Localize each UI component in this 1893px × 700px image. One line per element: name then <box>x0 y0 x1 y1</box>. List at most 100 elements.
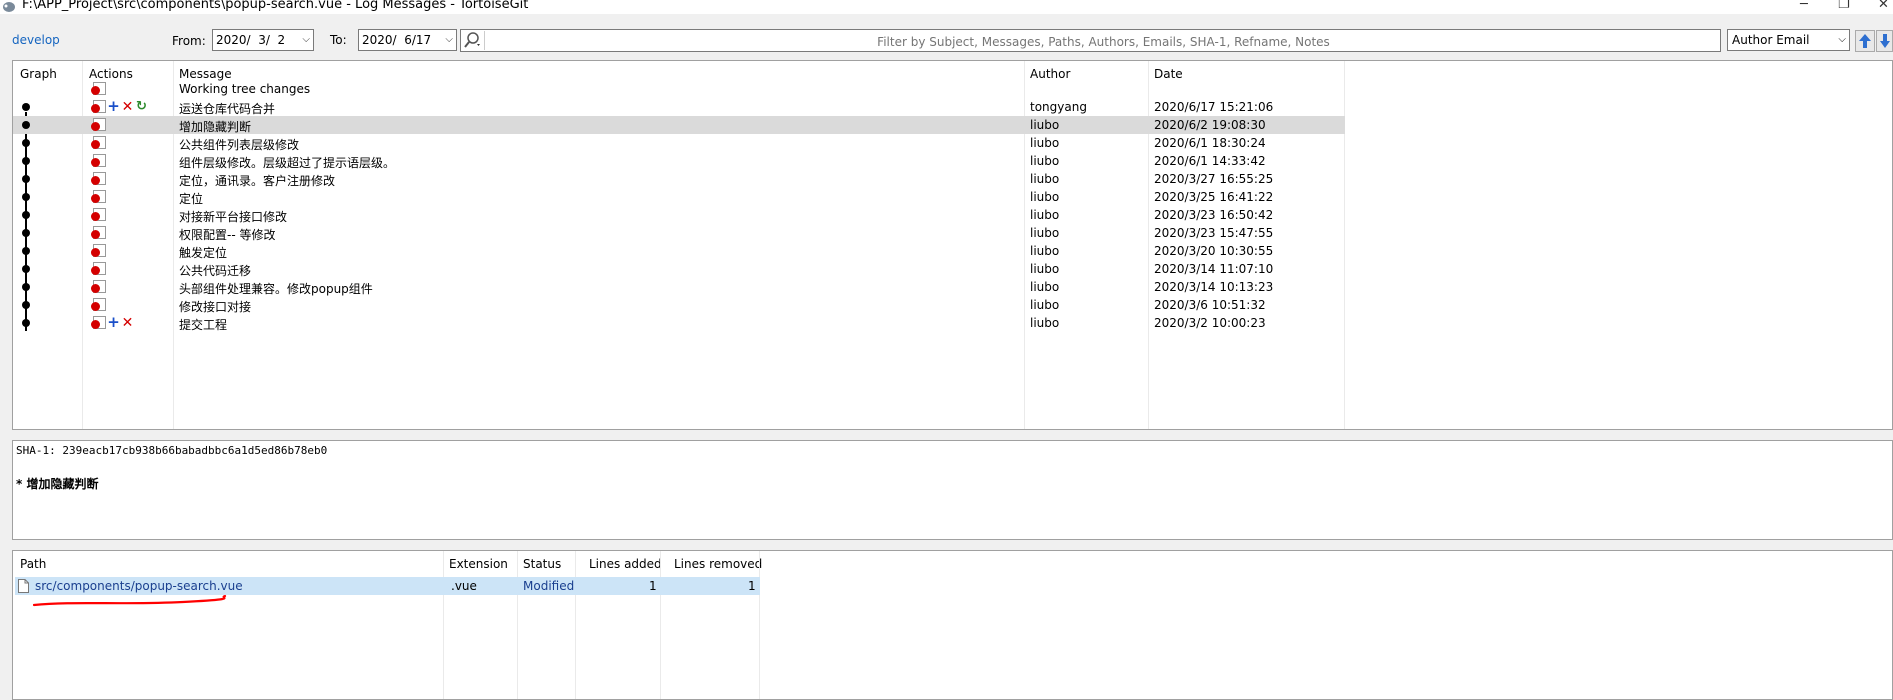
log-message: 运送仓库代码合并 <box>179 102 276 116</box>
log-message: Working tree changes <box>179 82 311 96</box>
added-icon: + <box>107 97 120 115</box>
deleted-icon: ✕ <box>121 98 134 115</box>
modified-icon <box>91 172 106 185</box>
action-icons <box>91 280 106 294</box>
log-author: liubo <box>1030 316 1060 330</box>
log-author: liubo <box>1030 244 1060 258</box>
column-header-actions[interactable]: Actions <box>89 67 133 81</box>
modified-icon <box>91 244 106 257</box>
column-header-author[interactable]: Author <box>1030 67 1070 81</box>
column-header-lines-added[interactable]: Lines added <box>589 557 662 571</box>
graph-node <box>22 121 30 129</box>
to-date-picker[interactable]: 2020/ 6/17 ⌵ <box>358 29 457 51</box>
log-message: 提交工程 <box>179 318 228 332</box>
tortoisegit-icon <box>3 2 15 12</box>
action-icons <box>91 118 106 132</box>
column-header-graph[interactable]: Graph <box>20 67 57 81</box>
log-row[interactable]: 权限配置-- 等修改 liubo 2020/3/23 15:47:55 <box>13 224 1345 242</box>
graph-node <box>22 139 30 147</box>
minimize-button[interactable]: ─ <box>1800 0 1808 12</box>
restore-button[interactable]: ❐ <box>1838 0 1850 12</box>
log-message: 公共代码迁移 <box>179 264 252 278</box>
log-message: 定位 <box>179 192 204 206</box>
log-author: liubo <box>1030 172 1060 186</box>
log-row[interactable]: Working tree changes <box>13 80 1345 98</box>
log-list[interactable]: Graph Actions Message Author Date Workin… <box>12 60 1893 430</box>
log-row[interactable]: 定位 liubo 2020/3/25 16:41:22 <box>13 188 1345 206</box>
log-message: 权限配置-- 等修改 <box>179 228 276 242</box>
arrow-down-button[interactable] <box>1876 30 1893 52</box>
log-row[interactable]: 组件层级修改。层级超过了提示语层级。 liubo 2020/6/1 14:33:42 <box>13 152 1345 170</box>
log-row[interactable]: 触发定位 liubo 2020/3/20 10:30:55 <box>13 242 1345 260</box>
log-message: 触发定位 <box>179 246 228 260</box>
action-icons <box>91 172 106 186</box>
log-row[interactable]: 定位，通讯录。客户注册修改 liubo 2020/3/27 16:55:25 <box>13 170 1345 188</box>
filter-field-value: Author Email <box>1732 33 1810 47</box>
action-icons <box>91 298 106 312</box>
log-row[interactable]: + ✕ ↻ 运送仓库代码合并 tongyang 2020/6/17 15:21:06 <box>13 98 1345 116</box>
to-label: To: <box>330 33 347 47</box>
log-author: liubo <box>1030 136 1060 150</box>
file-lines-removed: 1 <box>748 579 756 593</box>
close-button[interactable]: ✕ <box>1878 0 1889 12</box>
renamed-icon: ↻ <box>136 99 147 114</box>
log-message: 对接新平台接口修改 <box>179 210 288 224</box>
column-header-extension[interactable]: Extension <box>449 557 508 571</box>
column-header-message[interactable]: Message <box>179 67 232 81</box>
commit-details[interactable]: SHA-1: 239eacb17cb938b66babadbbc6a1d5ed8… <box>12 440 1893 540</box>
action-icons <box>91 136 106 150</box>
log-author: liubo <box>1030 280 1060 294</box>
log-message: 组件层级修改。层级超过了提示语层级。 <box>179 156 396 170</box>
graph-node <box>22 193 30 201</box>
modified-icon <box>91 190 106 203</box>
search-input[interactable] <box>489 31 1718 52</box>
log-author: liubo <box>1030 262 1060 276</box>
column-header-path[interactable]: Path <box>20 557 46 571</box>
modified-icon <box>91 100 106 113</box>
column-header-status[interactable]: Status <box>523 557 561 571</box>
modified-icon <box>91 208 106 221</box>
search-icon[interactable] <box>462 31 485 50</box>
changed-files-list[interactable]: Path Extension Status Lines added Lines … <box>12 550 1893 700</box>
log-row[interactable]: 增加隐藏判断 liubo 2020/6/2 19:08:30 <box>13 116 1345 134</box>
log-date: 2020/3/23 15:47:55 <box>1154 226 1274 240</box>
to-date-value: 2020/ 6/17 <box>362 33 432 47</box>
from-date-picker[interactable]: 2020/ 3/ 2 ⌵ <box>212 29 314 51</box>
log-row[interactable]: 修改接口对接 liubo 2020/3/6 10:51:32 <box>13 296 1345 314</box>
modified-icon <box>91 226 106 239</box>
from-date-value: 2020/ 3/ 2 <box>216 33 286 47</box>
log-date: 2020/6/2 19:08:30 <box>1154 118 1266 132</box>
chevron-down-icon: ⌵ <box>445 34 453 45</box>
column-header-lines-removed[interactable]: Lines removed <box>674 557 762 571</box>
from-label: From: <box>172 34 206 48</box>
modified-icon <box>91 316 106 329</box>
action-icons <box>91 154 106 168</box>
graph-node <box>22 247 30 255</box>
modified-icon <box>91 280 106 293</box>
branch-link[interactable]: develop <box>12 33 60 47</box>
modified-icon <box>91 154 106 167</box>
log-message: 增加隐藏判断 <box>179 120 252 134</box>
log-row[interactable]: 对接新平台接口修改 liubo 2020/3/23 16:50:42 <box>13 206 1345 224</box>
annotation-underline <box>33 594 227 607</box>
action-icons <box>91 190 106 204</box>
modified-icon <box>91 118 106 131</box>
filter-field-select[interactable]: Author Email ⌵ <box>1727 29 1850 51</box>
search-box[interactable] <box>460 29 1721 52</box>
log-row[interactable]: 公共代码迁移 liubo 2020/3/14 11:07:10 <box>13 260 1345 278</box>
commit-message: * 增加隐藏判断 <box>16 477 99 491</box>
arrow-up-button[interactable] <box>1855 30 1875 52</box>
modified-icon <box>91 136 106 149</box>
log-row[interactable]: 头部组件处理兼容。修改popup组件 liubo 2020/3/14 10:13:2… <box>13 278 1345 296</box>
log-row[interactable]: + ✕ 提交工程 liubo 2020/3/2 10:00:23 <box>13 314 1345 332</box>
log-date: 2020/3/14 11:07:10 <box>1154 262 1274 276</box>
graph-node <box>22 157 30 165</box>
log-message: 头部组件处理兼容。修改popup组件 <box>179 282 373 296</box>
log-row[interactable]: 公共组件列表层级修改 liubo 2020/6/1 18:30:24 <box>13 134 1345 152</box>
log-date: 2020/3/14 10:13:23 <box>1154 280 1274 294</box>
column-header-date[interactable]: Date <box>1154 67 1183 81</box>
log-author: liubo <box>1030 208 1060 222</box>
file-lines-added: 1 <box>649 579 657 593</box>
modified-icon <box>91 262 106 275</box>
deleted-icon: ✕ <box>121 314 134 331</box>
